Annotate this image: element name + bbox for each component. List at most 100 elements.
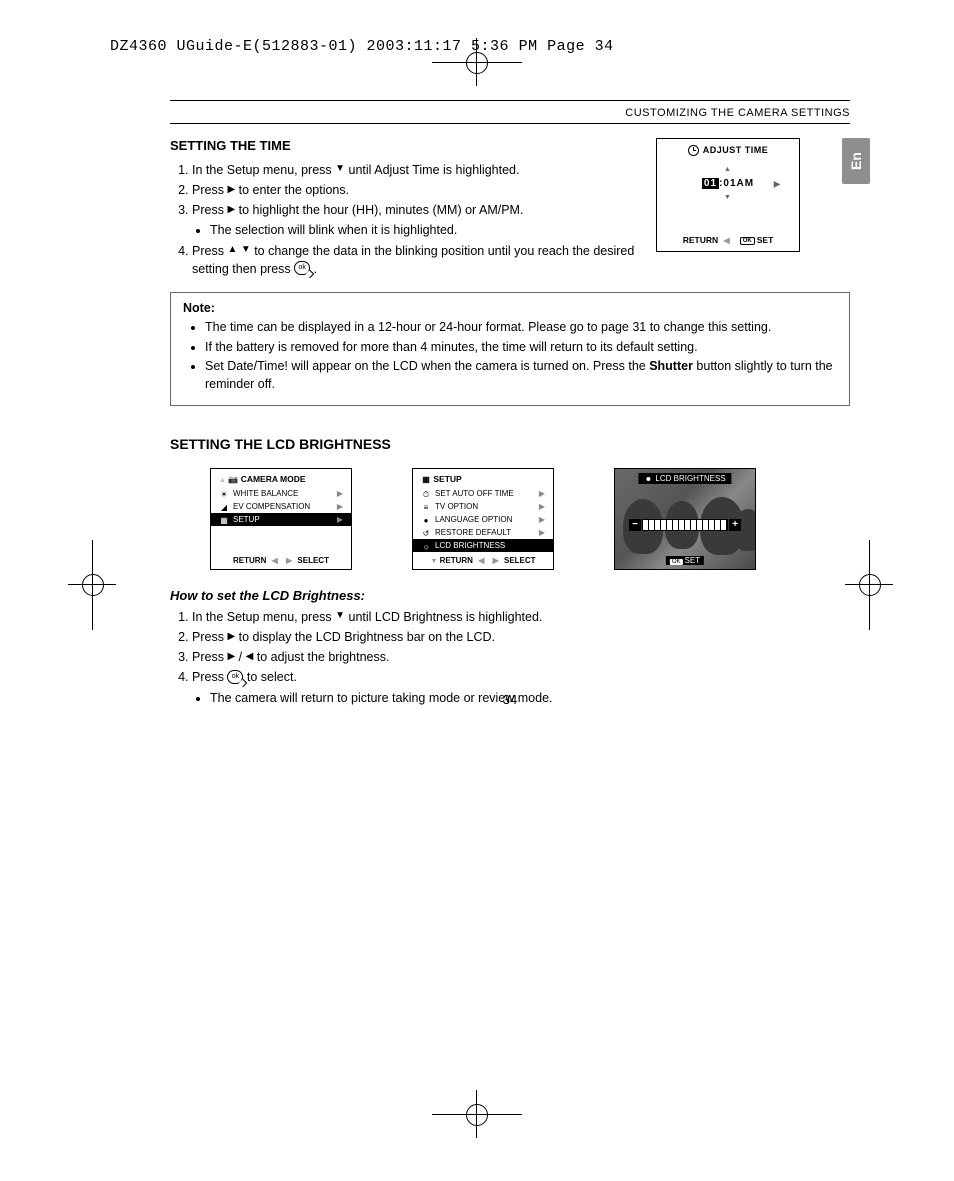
step: to change the data in the blinking posit… xyxy=(192,244,634,276)
cropmark-top xyxy=(462,48,492,78)
right-arrow-icon: ▶ xyxy=(227,630,235,645)
time-hour: 01 xyxy=(702,178,719,189)
menu-item: SET AUTO OFF TIME xyxy=(435,489,514,498)
camera-icon: 📷 xyxy=(228,475,238,483)
print-runhead: DZ4360 UGuide-E(512883-01) 2003:11:17 5:… xyxy=(110,38,614,55)
cropmark-left xyxy=(78,570,108,600)
ok-icon: ok xyxy=(294,261,310,275)
brightness-icon xyxy=(644,475,652,483)
up-arrow-icon: ▲ xyxy=(724,166,732,173)
timer-icon: ⏱ xyxy=(421,490,431,498)
right-arrow-icon: ▶ xyxy=(227,203,235,218)
right-arrow-icon: ▶ xyxy=(539,502,545,511)
menu-item: SETUP xyxy=(233,515,260,524)
down-arrow-icon: ▼ xyxy=(724,194,732,201)
restore-icon: ↺ xyxy=(421,529,431,537)
ok-icon: OK xyxy=(740,237,755,245)
note-item: The time can be displayed in a 12-hour o… xyxy=(205,319,837,337)
right-arrow-icon: ▶ xyxy=(539,528,545,537)
step: to adjust the brightness. xyxy=(253,650,389,664)
right-arrow-icon: ▶ xyxy=(227,183,235,198)
note-box: Note: The time can be displayed in a 12-… xyxy=(170,292,850,406)
wb-icon: ☀ xyxy=(219,490,229,498)
tv-icon: ≡ xyxy=(421,503,431,511)
step: In the Setup menu, press xyxy=(192,163,335,177)
heading-lcd-brightness: SETTING THE LCD BRIGHTNESS xyxy=(170,436,850,452)
clock-icon xyxy=(688,145,699,156)
lcd-set: SET xyxy=(757,235,774,245)
step: In the Setup menu, press xyxy=(192,610,335,624)
language-icon: ● xyxy=(421,516,431,524)
section-header: CUSTOMIZING THE CAMERA SETTINGS xyxy=(110,107,850,119)
left-arrow-icon: ◀ xyxy=(478,556,484,565)
step: until LCD Brightness is highlighted. xyxy=(345,610,542,624)
lcd-select: SELECT xyxy=(297,556,329,565)
step: / xyxy=(235,650,245,664)
lcd-return: RETURN xyxy=(440,556,473,565)
step: until Adjust Time is highlighted. xyxy=(345,163,519,177)
right-arrow-icon: ▶ xyxy=(539,489,545,498)
brightness-slider: − + xyxy=(629,519,741,531)
cropmark-bottom xyxy=(462,1100,492,1130)
plus-icon: + xyxy=(729,519,741,531)
lcd-panels: ▲ 📷 CAMERA MODE ☀ WHITE BALANCE ▶ ◢ EV COMP… xyxy=(210,468,850,570)
menu-item: TV OPTION xyxy=(435,502,478,511)
lcd-title: SETUP xyxy=(433,474,461,484)
lcd-setup-menu: ▦ SETUP ⏱SET AUTO OFF TIME▶ ≡TV OPTION▶ … xyxy=(412,468,554,570)
lcd-camera-mode: ▲ 📷 CAMERA MODE ☀ WHITE BALANCE ▶ ◢ EV COMP… xyxy=(210,468,352,570)
step: Press xyxy=(192,670,227,684)
down-arrow-icon: ▼ xyxy=(335,162,345,177)
setup-icon: ▦ xyxy=(219,516,229,524)
step: to display the LCD Brightness bar on the… xyxy=(235,630,495,644)
down-arrow-icon: ▼ xyxy=(241,243,251,258)
right-arrow-icon: ▶ xyxy=(539,515,545,524)
substep: The selection will blink when it is high… xyxy=(210,221,672,239)
howto-heading: How to set the LCD Brightness: xyxy=(170,588,850,603)
step: Press xyxy=(192,650,227,664)
ok-icon: ok xyxy=(227,670,243,684)
lcd-title: ADJUST TIME xyxy=(703,145,769,155)
right-arrow-icon: ▶ xyxy=(493,556,499,565)
step: to enter the options. xyxy=(235,183,349,197)
right-arrow-icon: ▶ xyxy=(286,556,292,565)
lcd-return: RETURN xyxy=(683,235,718,245)
brightness-icon: ☼ xyxy=(421,542,431,550)
right-arrow-icon: ▶ xyxy=(337,502,343,511)
menu-item: EV COMPENSATION xyxy=(233,502,310,511)
menu-item: LANGUAGE OPTION xyxy=(435,515,512,524)
step: to highlight the hour (HH), minutes (MM)… xyxy=(235,203,523,217)
right-arrow-icon: ▶ xyxy=(337,515,343,524)
lcd-title: CAMERA MODE xyxy=(241,474,306,484)
down-arrow-icon: ▼ xyxy=(335,609,345,624)
left-arrow-icon: ◀ xyxy=(246,650,254,665)
lcd-title: LCD BRIGHTNESS xyxy=(655,474,725,483)
minus-icon: − xyxy=(629,519,641,531)
time-rest: :01AM xyxy=(719,178,754,189)
menu-item: LCD BRIGHTNESS xyxy=(435,541,505,550)
lcd-return: RETURN xyxy=(233,556,266,565)
page-number: 34 xyxy=(503,692,517,707)
menu-item: WHITE BALANCE xyxy=(233,489,298,498)
step: Press xyxy=(192,183,227,197)
note-item: If the battery is removed for more than … xyxy=(205,339,837,357)
setup-icon: ▦ xyxy=(421,475,431,483)
step: Press xyxy=(192,203,227,217)
up-arrow-icon: ▲ xyxy=(219,477,226,484)
lcd-select: SELECT xyxy=(504,556,536,565)
lcd-adjust-time: ADJUST TIME ▲ 01:01AM ▶ ▼ RETURN ◀ OKSET xyxy=(656,138,800,252)
lcd-brightness-preview: LCD BRIGHTNESS − + OKSET xyxy=(614,468,756,570)
note-item: Set Date/Time! will appear on the LCD wh… xyxy=(205,358,837,393)
right-arrow-icon: ▶ xyxy=(774,179,781,188)
right-arrow-icon: ▶ xyxy=(227,650,235,665)
left-arrow-icon: ◀ xyxy=(724,236,730,245)
down-arrow-icon: ▼ xyxy=(430,558,437,565)
step: to select. xyxy=(243,670,297,684)
ok-icon: OK xyxy=(670,559,683,565)
menu-item: RESTORE DEFAULT xyxy=(435,528,511,537)
step: Press xyxy=(192,630,227,644)
page-content: CUSTOMIZING THE CAMERA SETTINGS En SETTI… xyxy=(110,100,860,1070)
lcd-set: SET xyxy=(685,556,701,565)
right-arrow-icon: ▶ xyxy=(337,489,343,498)
substep: The camera will return to picture taking… xyxy=(210,689,850,707)
ev-icon: ◢ xyxy=(219,503,229,511)
